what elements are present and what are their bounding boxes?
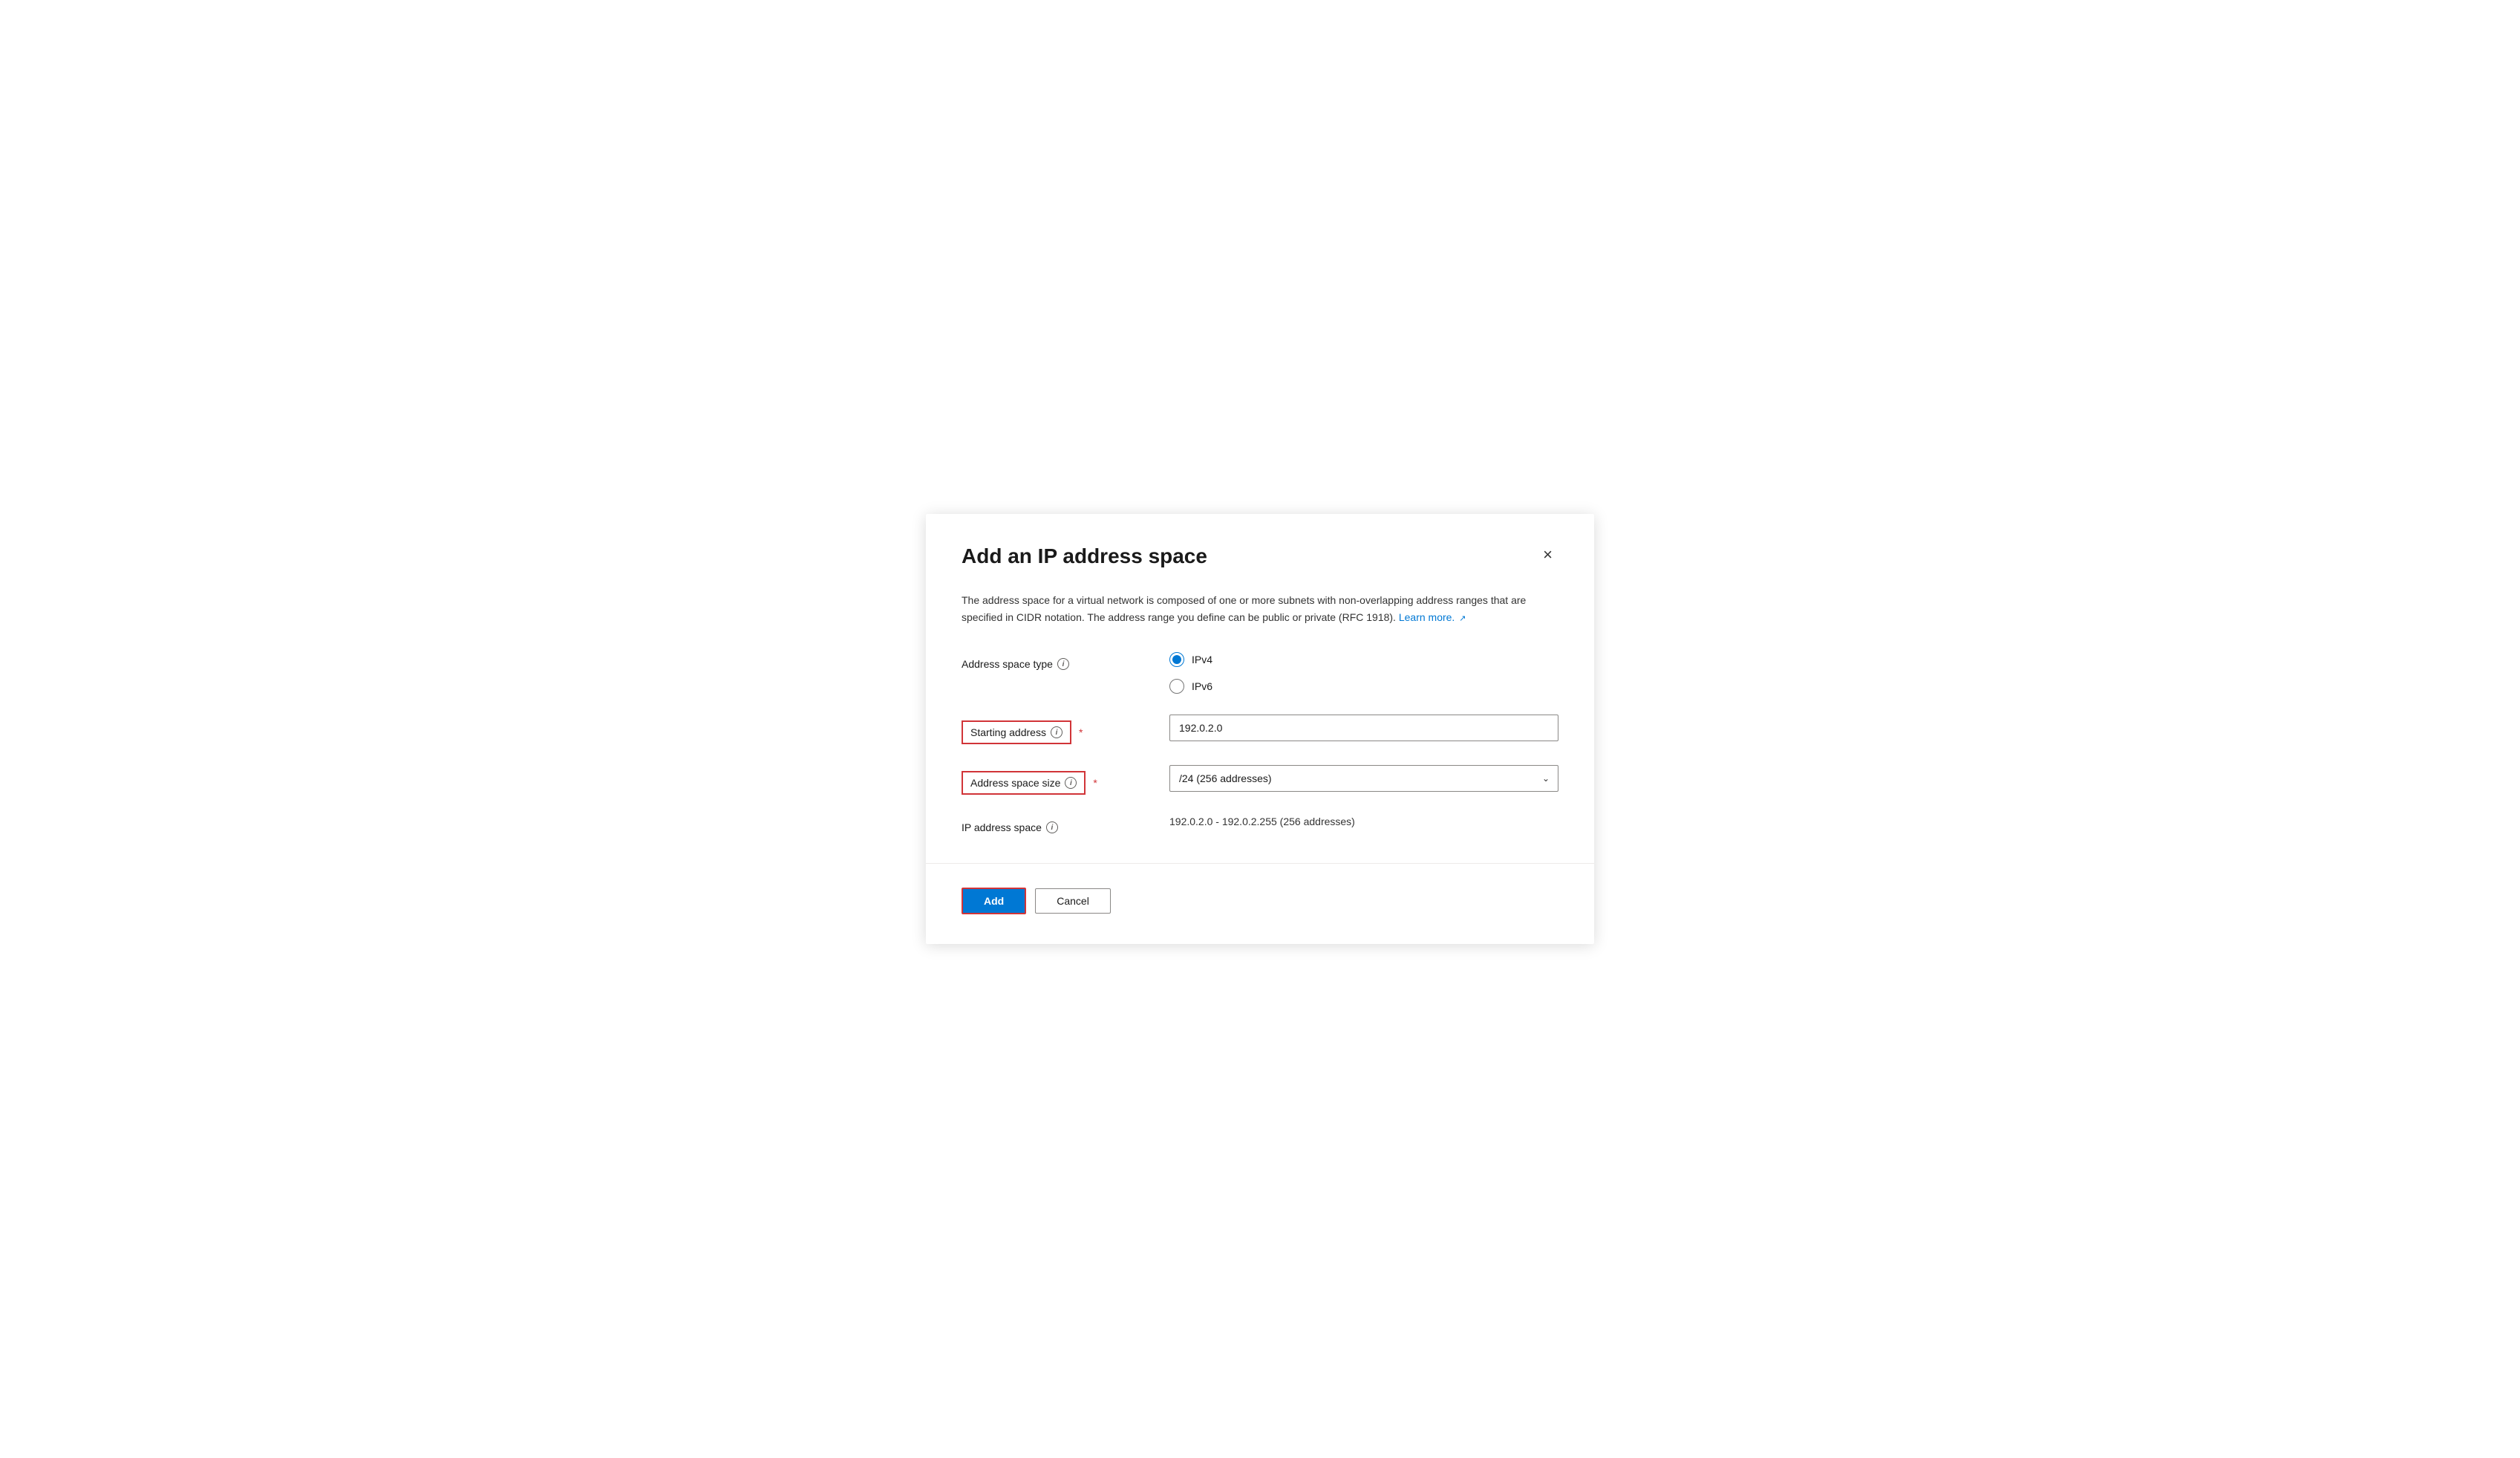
add-ip-address-space-dialog: Add an IP address space × The address sp… [926, 514, 1594, 945]
external-link-icon: ↗ [1459, 613, 1466, 626]
address-space-size-label-col: Address space size i * [962, 765, 1169, 795]
address-space-size-control: /8 (16777216 addresses) /16 (65536 addre… [1169, 765, 1558, 792]
address-space-size-info-icon[interactable]: i [1065, 777, 1077, 789]
ip-address-space-value: 192.0.2.0 - 192.0.2.255 (256 addresses) [1169, 810, 1355, 827]
ipv6-radio-input[interactable] [1169, 679, 1184, 694]
starting-address-label: Starting address [970, 726, 1046, 738]
ipv6-radio-option[interactable]: IPv6 [1169, 679, 1558, 694]
address-space-type-info-icon[interactable]: i [1057, 658, 1069, 670]
address-space-type-label-col: Address space type i [962, 652, 1169, 670]
close-button[interactable]: × [1537, 544, 1558, 566]
ip-address-space-value-col: 192.0.2.0 - 192.0.2.255 (256 addresses) [1169, 816, 1558, 829]
address-space-size-row: Address space size i * /8 (16777216 addr… [962, 765, 1558, 795]
address-space-size-label-highlighted: Address space size i [962, 771, 1086, 795]
dialog-title: Add an IP address space [962, 544, 1207, 569]
address-space-type-radio-group: IPv4 IPv6 [1169, 652, 1558, 694]
starting-address-input[interactable] [1169, 715, 1558, 741]
ipv4-radio-input[interactable] [1169, 652, 1184, 667]
address-space-type-row: Address space type i IPv4 IPv6 [962, 652, 1558, 694]
address-space-type-controls: IPv4 IPv6 [1169, 652, 1558, 694]
starting-address-control [1169, 715, 1558, 741]
cancel-button[interactable]: Cancel [1035, 888, 1111, 914]
ipv4-label: IPv4 [1192, 654, 1212, 665]
ipv4-radio-option[interactable]: IPv4 [1169, 652, 1558, 667]
starting-address-label-col: Starting address i * [962, 715, 1169, 744]
address-space-size-required: * [1093, 777, 1097, 789]
address-space-size-label: Address space size [970, 777, 1060, 789]
address-space-type-label: Address space type [962, 658, 1053, 670]
ip-address-space-info-icon[interactable]: i [1046, 821, 1058, 833]
address-space-size-select-container: /8 (16777216 addresses) /16 (65536 addre… [1169, 765, 1558, 792]
ip-address-space-row: IP address space i 192.0.2.0 - 192.0.2.2… [962, 816, 1558, 833]
starting-address-info-icon[interactable]: i [1051, 726, 1062, 738]
footer-divider [926, 863, 1594, 864]
dialog-footer: Add Cancel [962, 888, 1558, 914]
address-space-size-select[interactable]: /8 (16777216 addresses) /16 (65536 addre… [1169, 765, 1558, 792]
dialog-header: Add an IP address space × [962, 544, 1558, 569]
add-button[interactable]: Add [962, 888, 1026, 914]
starting-address-label-highlighted: Starting address i [962, 720, 1071, 744]
starting-address-required: * [1079, 726, 1083, 738]
learn-more-link[interactable]: Learn more. ↗ [1399, 611, 1466, 623]
ip-address-space-label: IP address space [962, 821, 1042, 833]
dialog-description: The address space for a virtual network … [962, 592, 1558, 625]
ip-address-space-label-col: IP address space i [962, 816, 1169, 833]
ipv6-label: IPv6 [1192, 680, 1212, 692]
starting-address-row: Starting address i * [962, 715, 1558, 744]
